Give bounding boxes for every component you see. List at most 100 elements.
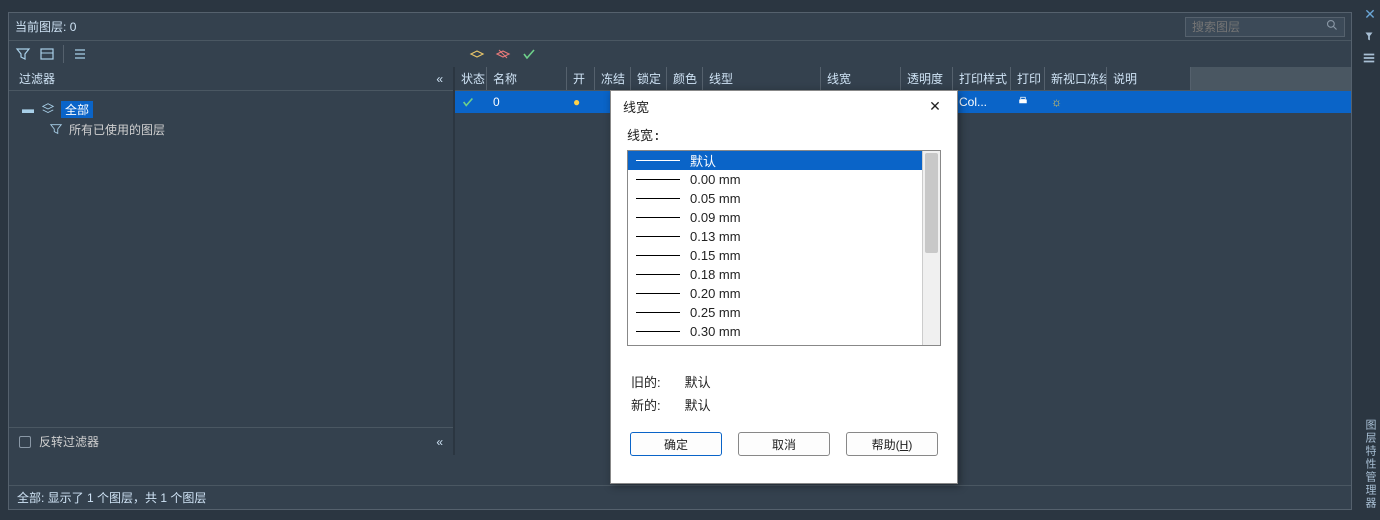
current-layer-value: 0: [70, 20, 77, 34]
lineweight-option-label: 0.20 mm: [690, 286, 741, 301]
current-layer-text: 当前图层:: [15, 20, 66, 34]
invert-filter-row[interactable]: 反转过滤器 «: [9, 427, 453, 455]
col-newvp[interactable]: 新视口冻结: [1045, 67, 1107, 90]
cell-newvp[interactable]: ☼: [1045, 95, 1107, 109]
dialog-info: 旧的: 默认 新的: 默认: [627, 372, 941, 414]
status-bar: 全部: 显示了 1 个图层，共 1 个图层: [9, 485, 1351, 509]
new-value: 默认: [685, 395, 711, 414]
old-label: 旧的:: [631, 372, 661, 391]
old-value-row: 旧的: 默认: [627, 372, 941, 391]
dialog-close-button[interactable]: ✕: [925, 96, 945, 116]
filter-header: 过滤器 «: [9, 67, 453, 91]
lineweight-option[interactable]: 0.15 mm: [628, 246, 922, 265]
old-value: 默认: [685, 372, 711, 391]
lineweight-preview-line: [636, 217, 680, 218]
lineweight-preview-line: [636, 293, 680, 294]
col-desc[interactable]: 说明: [1107, 67, 1191, 90]
new-label: 新的:: [631, 395, 661, 414]
close-panel-icon[interactable]: ✕: [1364, 6, 1376, 23]
cell-name[interactable]: 0: [487, 95, 567, 109]
lineweight-option[interactable]: 0.09 mm: [628, 208, 922, 227]
cell-plot[interactable]: [1011, 95, 1045, 110]
scrollbar-thumb[interactable]: [925, 153, 938, 253]
col-lock[interactable]: 锁定: [631, 67, 667, 90]
new-group-filter-icon[interactable]: [39, 46, 55, 62]
current-layer-label: 当前图层: 0: [15, 18, 1185, 35]
tree-root-label[interactable]: 全部: [61, 101, 93, 118]
lineweight-preview-line: [636, 160, 680, 161]
lineweight-option[interactable]: 0.00 mm: [628, 170, 922, 189]
help-key: H: [900, 438, 909, 452]
dialog-title: 线宽: [623, 97, 649, 116]
dialog-buttons: 确定 取消 帮助(H): [627, 432, 941, 456]
help-button[interactable]: 帮助(H): [846, 432, 938, 456]
ok-button[interactable]: 确定: [630, 432, 722, 456]
dialog-body: 线宽: 默认0.00 mm0.05 mm0.09 mm0.13 mm0.15 m…: [611, 121, 957, 468]
search-input[interactable]: [1192, 20, 1322, 34]
col-color[interactable]: 颜色: [667, 67, 703, 90]
toolbar: [9, 41, 1351, 67]
col-plot[interactable]: 打印: [1011, 67, 1045, 90]
status-text: 全部: 显示了 1 个图层，共 1 个图层: [17, 489, 206, 506]
col-name[interactable]: 名称: [487, 67, 567, 90]
lineweight-option-label: 0.25 mm: [690, 305, 741, 320]
menu-icon[interactable]: [1362, 51, 1378, 67]
lineweight-option[interactable]: 0.13 mm: [628, 227, 922, 246]
filter-header-label: 过滤器: [19, 70, 55, 87]
col-spacer: [1191, 67, 1351, 90]
new-layer-icon[interactable]: [469, 46, 485, 62]
lineweight-option-label: 0.15 mm: [690, 248, 741, 263]
lineweight-option[interactable]: 0.18 mm: [628, 265, 922, 284]
cell-on[interactable]: ●: [567, 95, 595, 109]
delete-layer-icon[interactable]: [495, 46, 511, 62]
cancel-button[interactable]: 取消: [738, 432, 830, 456]
lineweight-option[interactable]: 0.05 mm: [628, 189, 922, 208]
lineweight-preview-line: [636, 312, 680, 313]
lineweight-option[interactable]: 0.20 mm: [628, 284, 922, 303]
toolbar-right: [469, 46, 537, 62]
tree-child-label: 所有已使用的图层: [69, 121, 165, 138]
layers-icon: [41, 102, 55, 116]
collapse-bottom-icon[interactable]: «: [436, 435, 443, 449]
scrollbar[interactable]: [922, 151, 940, 345]
tree-child-row[interactable]: 所有已使用的图层: [21, 119, 441, 139]
collapse-icon[interactable]: ▬: [21, 102, 35, 116]
lineweight-list[interactable]: 默认0.00 mm 0.05 mm 0.09 mm 0.13 mm 0.15 mm 0.1…: [627, 150, 941, 346]
lineweight-option-label: 0.05 mm: [690, 191, 741, 206]
lineweight-preview-line: [636, 198, 680, 199]
filter-tree[interactable]: ▬ 全部 所有已使用的图层: [9, 91, 453, 427]
collapse-left-icon[interactable]: «: [436, 72, 443, 86]
cell-status: [455, 95, 487, 109]
printer-icon: [1017, 95, 1029, 110]
col-lineweight[interactable]: 线宽: [821, 67, 901, 90]
pin-icon[interactable]: [1362, 29, 1378, 45]
search-layer-box[interactable]: [1185, 17, 1345, 37]
tree-root-row[interactable]: ▬ 全部: [21, 99, 441, 119]
right-strip: ✕ 图层特性管理器: [1360, 0, 1380, 520]
bulb-icon: ●: [573, 95, 580, 109]
lineweight-option-label: 0.13 mm: [690, 229, 741, 244]
col-linetype[interactable]: 线型: [703, 67, 821, 90]
lineweight-list-label: 线宽:: [627, 125, 941, 144]
lineweight-option[interactable]: 默认: [628, 151, 922, 170]
invert-checkbox[interactable]: [19, 436, 31, 448]
col-on[interactable]: 开: [567, 67, 595, 90]
filter-used-icon: [49, 122, 63, 136]
toolbar-separator: [63, 45, 64, 63]
col-plotstyle[interactable]: 打印样式: [953, 67, 1011, 90]
new-filter-icon[interactable]: [15, 46, 31, 62]
col-freeze[interactable]: 冻结: [595, 67, 631, 90]
lineweight-option[interactable]: 0.30 mm: [628, 322, 922, 341]
filter-pane: 过滤器 « ▬ 全部 所有已使用的图层 反转过滤器 «: [9, 67, 455, 455]
set-current-icon[interactable]: [521, 46, 537, 62]
layer-state-icon[interactable]: [72, 46, 88, 62]
lineweight-preview-line: [636, 236, 680, 237]
panel-title-vertical: 图层特性管理器: [1362, 419, 1378, 510]
col-status[interactable]: 状态: [455, 67, 487, 90]
col-trans[interactable]: 透明度: [901, 67, 953, 90]
sun-icon: ☼: [1051, 95, 1062, 109]
lineweight-option-label: 0.30 mm: [690, 324, 741, 339]
help-button-label: 帮助(H): [872, 436, 913, 453]
lineweight-option[interactable]: 0.25 mm: [628, 303, 922, 322]
cell-plotstyle[interactable]: Col...: [953, 95, 1011, 109]
